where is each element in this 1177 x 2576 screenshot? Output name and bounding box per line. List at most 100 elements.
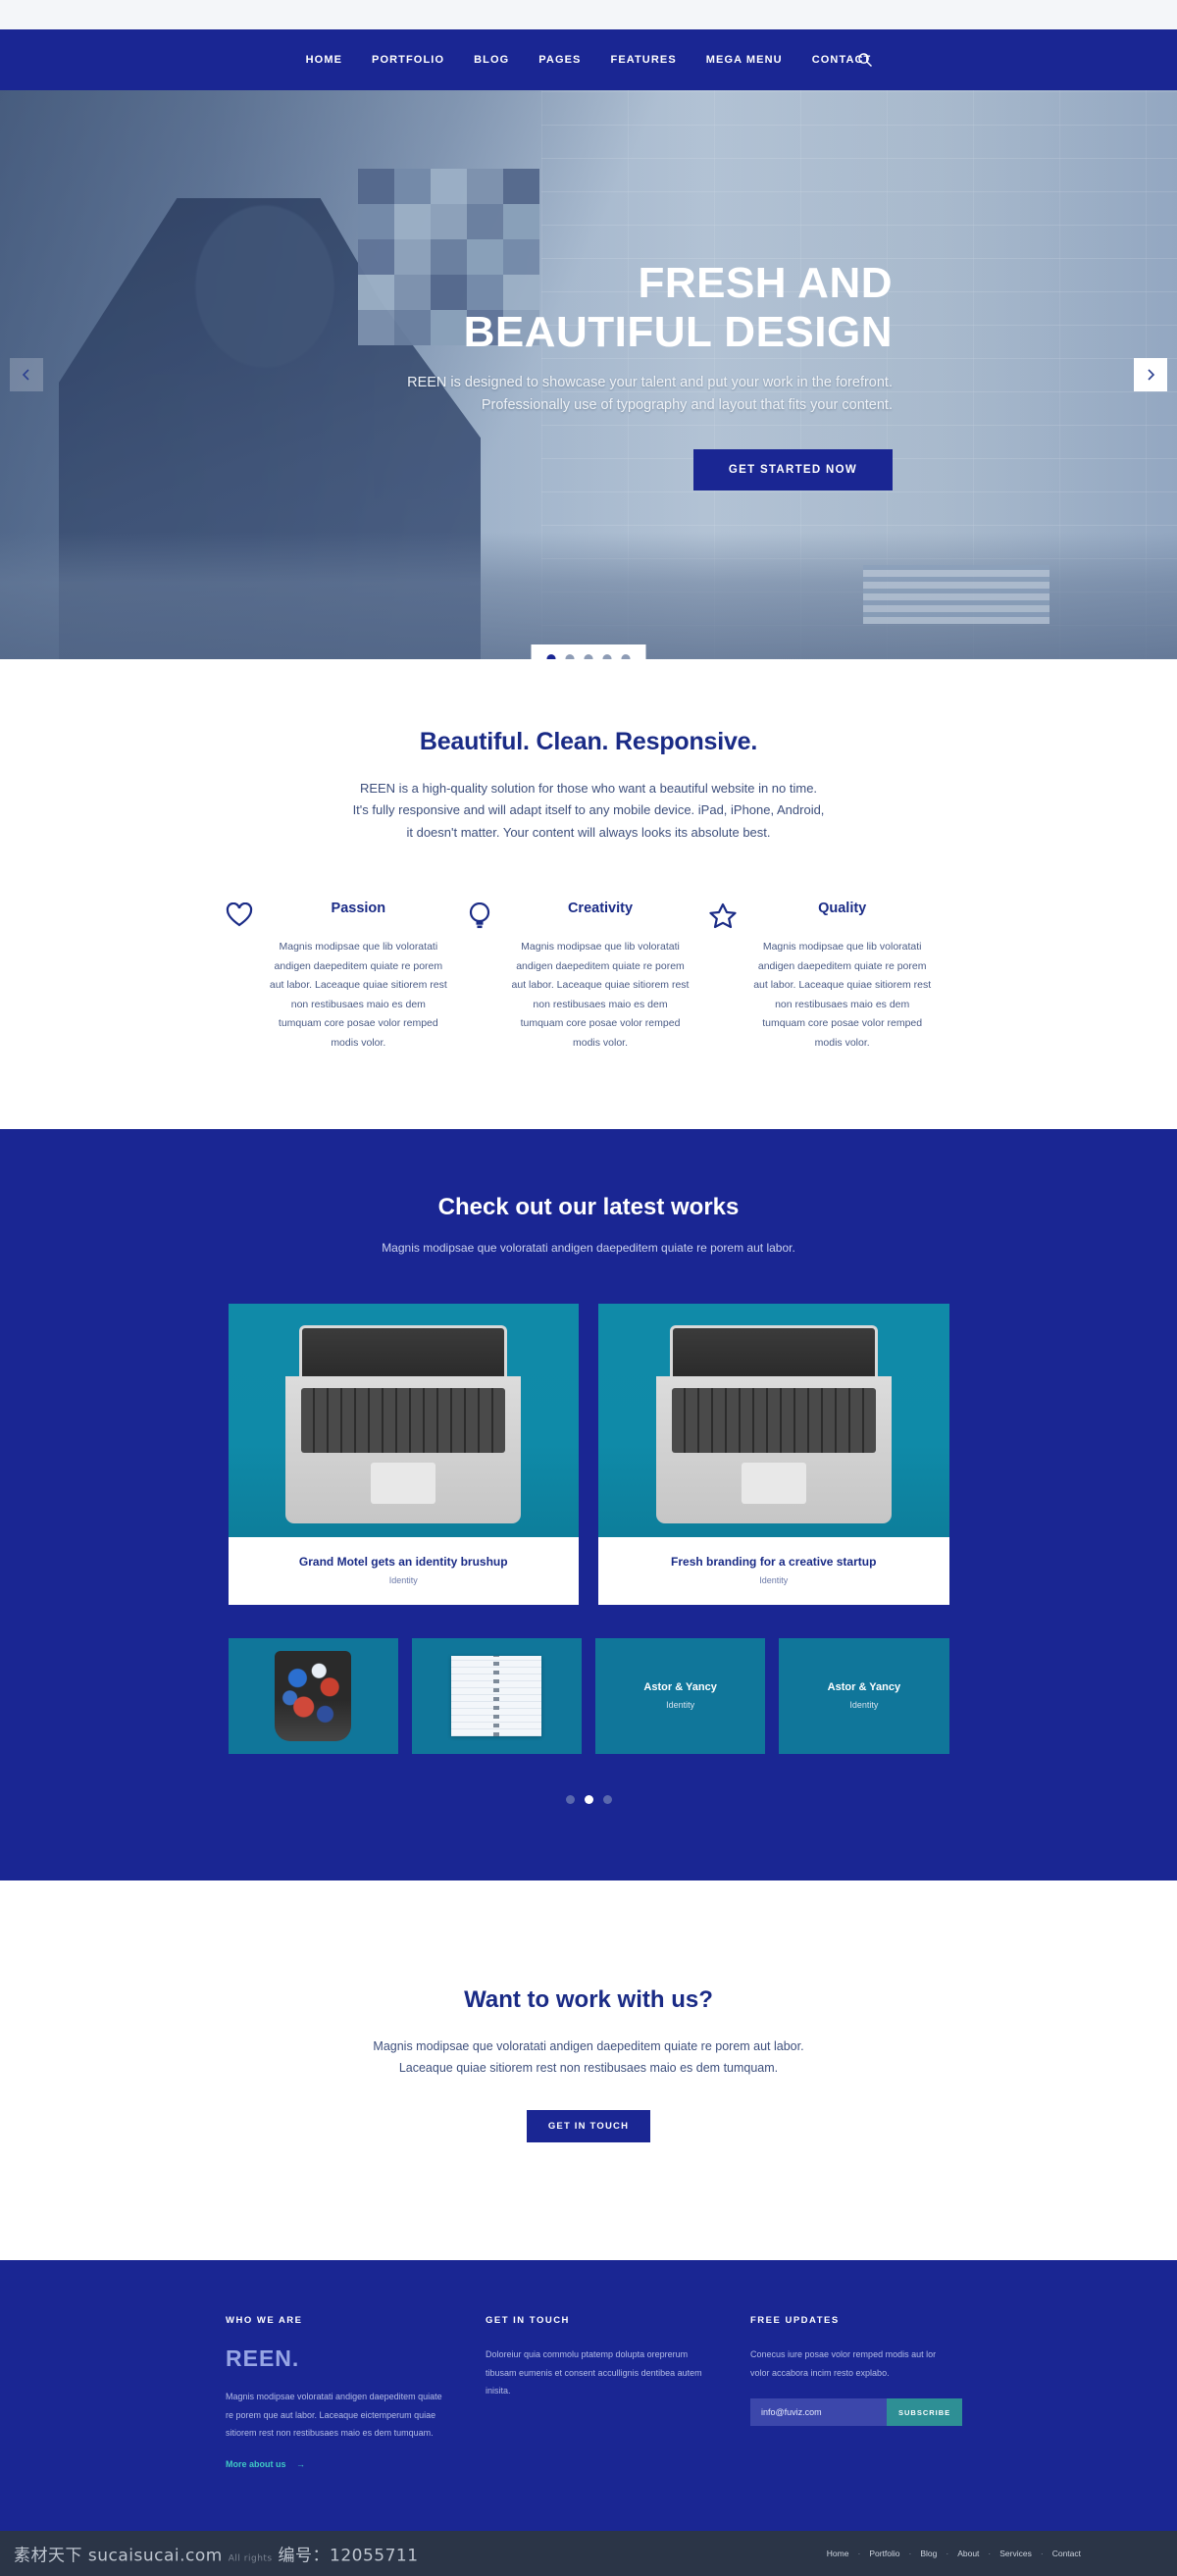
get-started-button[interactable]: GET STARTED NOW bbox=[692, 449, 893, 491]
hero-dot-3[interactable] bbox=[584, 654, 593, 659]
watermark-small: All rights bbox=[228, 2553, 273, 2564]
bottom-bar: 素材天下 sucaisucai.com All rights 编号：120557… bbox=[0, 2530, 1177, 2576]
footer-nav-links: Home · Portfolio · Blog · About · Services · Conta… bbox=[827, 2549, 1081, 2558]
footer-columns: WHO WE ARE REEN. Magnis modipsae volorat… bbox=[226, 2315, 963, 2471]
work-category: Identity bbox=[849, 1700, 879, 1711]
nav-item-features[interactable]: FEATURES bbox=[611, 54, 677, 66]
hero-subtitle: REEN is designed to showcase your talent… bbox=[407, 372, 893, 416]
cta-section: Want to work with us? Magnis modipsae qu… bbox=[0, 1880, 1177, 2261]
portfolio-dot-3[interactable] bbox=[602, 1794, 612, 1804]
feature-text: Magnis modipsae que lib voloratati andig… bbox=[269, 941, 447, 1049]
laptop-trackpad bbox=[741, 1462, 806, 1504]
hero-dot-2[interactable] bbox=[565, 654, 575, 659]
pen-cup-photo bbox=[275, 1650, 352, 1741]
laptop-base bbox=[655, 1375, 892, 1523]
subscribe-button[interactable]: SUBSCRIBE bbox=[887, 2398, 963, 2427]
footer-heading: FREE UPDATES bbox=[750, 2315, 840, 2327]
footer-who-we-are: WHO WE ARE REEN. Magnis modipsae volorat… bbox=[226, 2315, 446, 2471]
feature-body: Quality Magnis modipsae que lib volorata… bbox=[752, 901, 932, 1053]
intro-paragraph: REEN is a high-quality solution for thos… bbox=[0, 778, 1177, 844]
work-category: Identity bbox=[759, 1574, 789, 1585]
footer-heading: WHO WE ARE bbox=[226, 2315, 303, 2327]
work-title: Fresh branding for a creative startup bbox=[671, 1554, 877, 1569]
nav-item-pages[interactable]: PAGES bbox=[538, 54, 581, 66]
footer-link-portfolio[interactable]: Portfolio bbox=[869, 2549, 899, 2558]
nav-item-portfolio[interactable]: PORTFOLIO bbox=[372, 54, 444, 66]
work-category: Identity bbox=[388, 1574, 418, 1585]
chevron-left-icon bbox=[22, 369, 29, 381]
lightbulb-icon bbox=[468, 901, 497, 1053]
work-thumb-card[interactable]: Astor & Yancy Identity bbox=[779, 1637, 949, 1754]
feature-text: Magnis modipsae que lib voloratati andig… bbox=[511, 941, 690, 1049]
footer-text: Magnis modipsae voloratati andigen daepe… bbox=[226, 2392, 442, 2439]
hero-dot-5[interactable] bbox=[621, 654, 631, 659]
work-card[interactable]: Fresh branding for a creative startup Id… bbox=[598, 1303, 949, 1605]
footer-link-home[interactable]: Home bbox=[827, 2549, 849, 2558]
hero-prev-arrow[interactable] bbox=[10, 358, 43, 391]
portfolio-small-row: Astor & Yancy Identity Astor & Yancy Ide… bbox=[228, 1637, 949, 1754]
portfolio-big-row: Grand Motel gets an identity brushup Ide… bbox=[228, 1303, 949, 1605]
work-title: Grand Motel gets an identity brushup bbox=[298, 1554, 508, 1569]
portfolio-dots[interactable] bbox=[0, 1794, 1177, 1804]
hero-title: FRESH AND BEAUTIFUL DESIGN bbox=[464, 259, 893, 356]
laptop-trackpad bbox=[371, 1462, 436, 1504]
work-category: Identity bbox=[666, 1700, 695, 1711]
work-thumbnail bbox=[228, 1303, 579, 1537]
laptop-base bbox=[285, 1375, 522, 1523]
laptop-screen bbox=[299, 1324, 508, 1376]
footer-link-services[interactable]: Services bbox=[999, 2549, 1032, 2558]
hero-dot-4[interactable] bbox=[602, 654, 612, 659]
intro-section: Beautiful. Clean. Responsive. REEN is a … bbox=[0, 659, 1177, 1129]
feature-quality: Quality Magnis modipsae que lib volorata… bbox=[709, 901, 951, 1053]
hero-dot-1[interactable] bbox=[546, 654, 556, 659]
hero-slider: FRESH AND BEAUTIFUL DESIGN REEN is desig… bbox=[0, 90, 1177, 659]
work-caption: Fresh branding for a creative startup Id… bbox=[598, 1537, 949, 1605]
feature-title: Passion bbox=[331, 901, 386, 917]
work-card[interactable]: Grand Motel gets an identity brushup Ide… bbox=[228, 1303, 579, 1605]
intro-line-1: REEN is a high-quality solution for thos… bbox=[359, 781, 818, 796]
portfolio-section: Check out our latest works Magnis modips… bbox=[0, 1128, 1177, 1880]
main-navbar: HOME PORTFOLIO BLOG PAGES FEATURES MEGA … bbox=[0, 29, 1177, 90]
star-icon bbox=[709, 901, 739, 1053]
footer-get-in-touch: GET IN TOUCH Doloreiur quia commolu ptat… bbox=[486, 2315, 711, 2471]
nav-item-home[interactable]: HOME bbox=[306, 54, 342, 66]
link-separator: · bbox=[908, 2548, 912, 2558]
get-in-touch-button[interactable]: GET IN TOUCH bbox=[526, 2110, 651, 2143]
portfolio-heading: Check out our latest works bbox=[437, 1193, 740, 1220]
portfolio-dot-2[interactable] bbox=[584, 1794, 593, 1804]
cta-paragraph: Magnis modipsae que voloratati andigen d… bbox=[0, 2035, 1177, 2080]
search-icon[interactable] bbox=[857, 52, 873, 68]
footer-text: Doloreiur quia commolu ptatemp dolupta o… bbox=[486, 2349, 702, 2396]
footer-text: Conecus iure posae volor remped modis au… bbox=[750, 2349, 937, 2378]
nav-item-mega-menu[interactable]: MEGA MENU bbox=[706, 54, 783, 66]
portfolio-dot-1[interactable] bbox=[565, 1794, 575, 1804]
cta-line-1: Magnis modipsae que voloratati andigen d… bbox=[373, 2038, 804, 2053]
laptop-illustration bbox=[655, 1324, 892, 1523]
more-about-us-link[interactable]: More about us → bbox=[226, 2459, 305, 2469]
laptop-screen bbox=[669, 1324, 878, 1376]
intro-line-3: it doesn't matter. Your content will alw… bbox=[406, 824, 771, 840]
hero-subtitle-line-2: Professionally use of typography and lay… bbox=[481, 396, 893, 413]
footer-link-about[interactable]: About bbox=[957, 2549, 979, 2558]
work-title: Astor & Yancy bbox=[643, 1681, 717, 1694]
email-input[interactable] bbox=[750, 2398, 887, 2427]
feature-columns: Passion Magnis modipsae que lib volorata… bbox=[226, 901, 951, 1129]
feature-creativity: Creativity Magnis modipsae que lib volor… bbox=[468, 901, 710, 1053]
landing-page: HOME PORTFOLIO BLOG PAGES FEATURES MEGA … bbox=[0, 0, 1177, 2576]
feature-passion: Passion Magnis modipsae que lib volorata… bbox=[226, 901, 468, 1053]
work-thumb-card[interactable] bbox=[228, 1637, 398, 1754]
laptop-keyboard bbox=[671, 1387, 876, 1453]
feature-title: Creativity bbox=[567, 901, 634, 917]
work-thumb-card[interactable]: Astor & Yancy Identity bbox=[595, 1637, 766, 1754]
watermark-main: 素材天下 sucaisucai.com bbox=[14, 2546, 223, 2566]
footer-link-contact[interactable]: Contact bbox=[1052, 2549, 1081, 2558]
nav-item-blog[interactable]: BLOG bbox=[474, 54, 509, 66]
hero-next-arrow[interactable] bbox=[1134, 358, 1167, 391]
footer-link-blog[interactable]: Blog bbox=[920, 2549, 937, 2558]
feature-body: Creativity Magnis modipsae que lib volor… bbox=[511, 901, 691, 1053]
hero-slider-dots[interactable] bbox=[531, 644, 646, 659]
work-title: Astor & Yancy bbox=[827, 1681, 901, 1694]
work-thumb-card[interactable] bbox=[411, 1637, 582, 1754]
footer: WHO WE ARE REEN. Magnis modipsae volorat… bbox=[0, 2260, 1177, 2531]
nav-links: HOME PORTFOLIO BLOG PAGES FEATURES MEGA … bbox=[306, 54, 872, 66]
